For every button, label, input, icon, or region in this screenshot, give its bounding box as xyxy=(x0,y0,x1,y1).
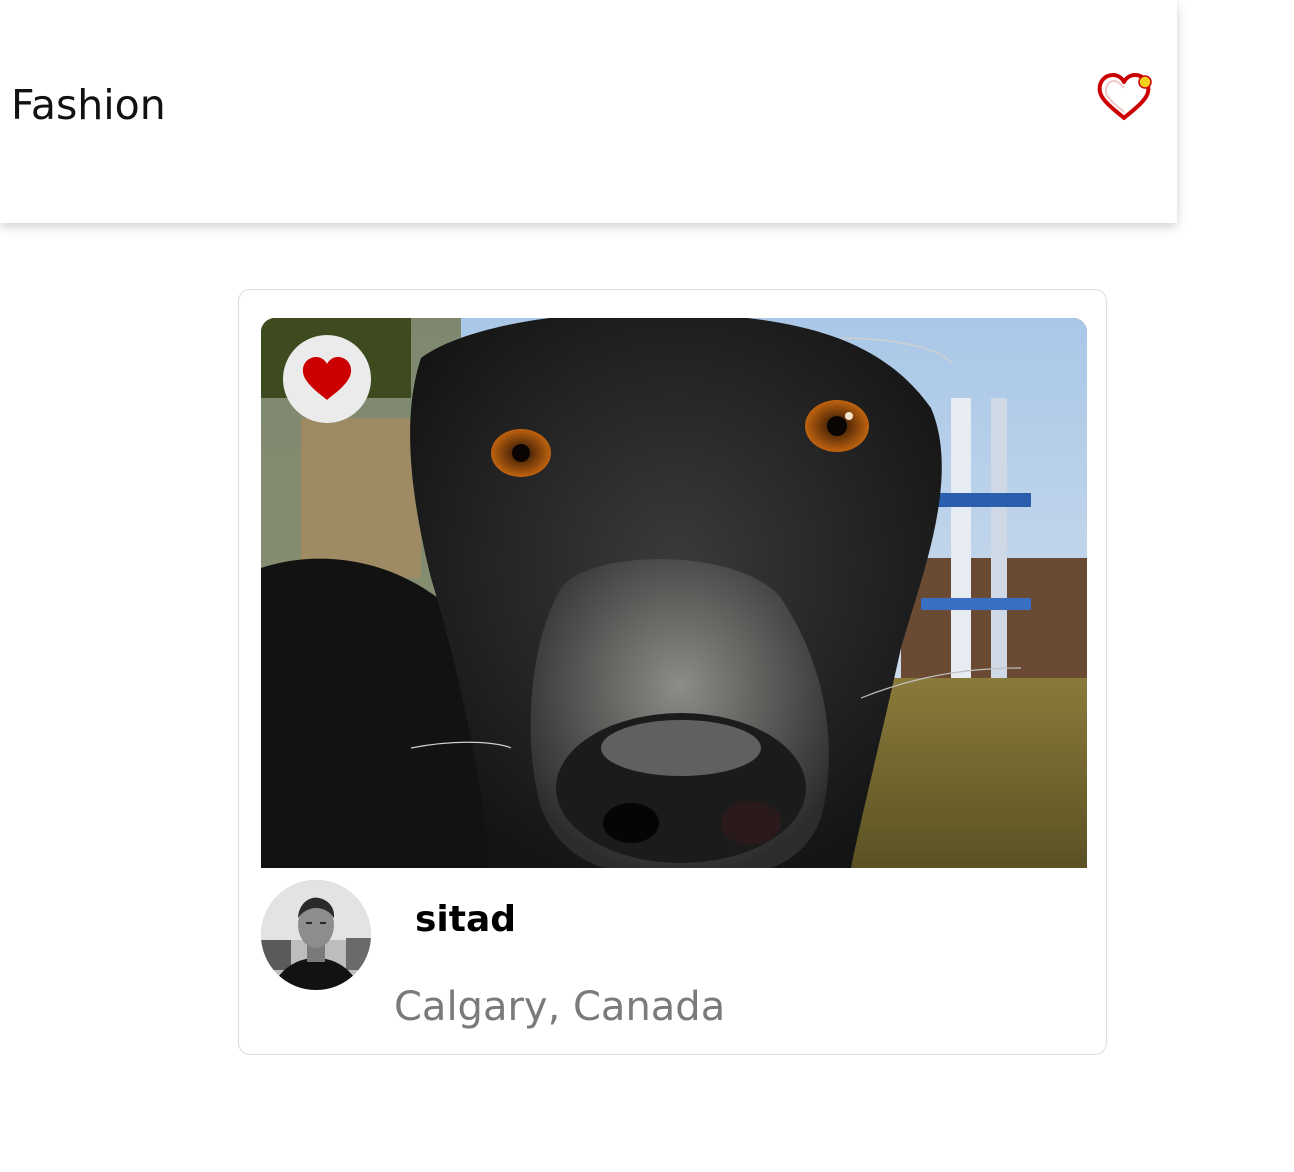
notification-dot xyxy=(1138,75,1152,89)
favorites-button[interactable] xyxy=(1094,70,1156,124)
avatar-photo xyxy=(261,880,371,990)
post-card[interactable]: sitad Calgary, Canada xyxy=(238,289,1107,1055)
dog-photo xyxy=(261,318,1087,868)
heart-filled-icon xyxy=(302,357,352,400)
avatar[interactable] xyxy=(261,880,371,990)
like-button[interactable] xyxy=(283,335,371,423)
author-username[interactable]: sitad xyxy=(415,898,516,942)
author-location: Calgary, Canada xyxy=(394,984,726,1030)
page-title: Fashion xyxy=(11,81,166,129)
app-header: Fashion xyxy=(0,0,1177,223)
post-photo[interactable] xyxy=(261,318,1087,868)
heart-outline-icon xyxy=(1097,73,1152,120)
